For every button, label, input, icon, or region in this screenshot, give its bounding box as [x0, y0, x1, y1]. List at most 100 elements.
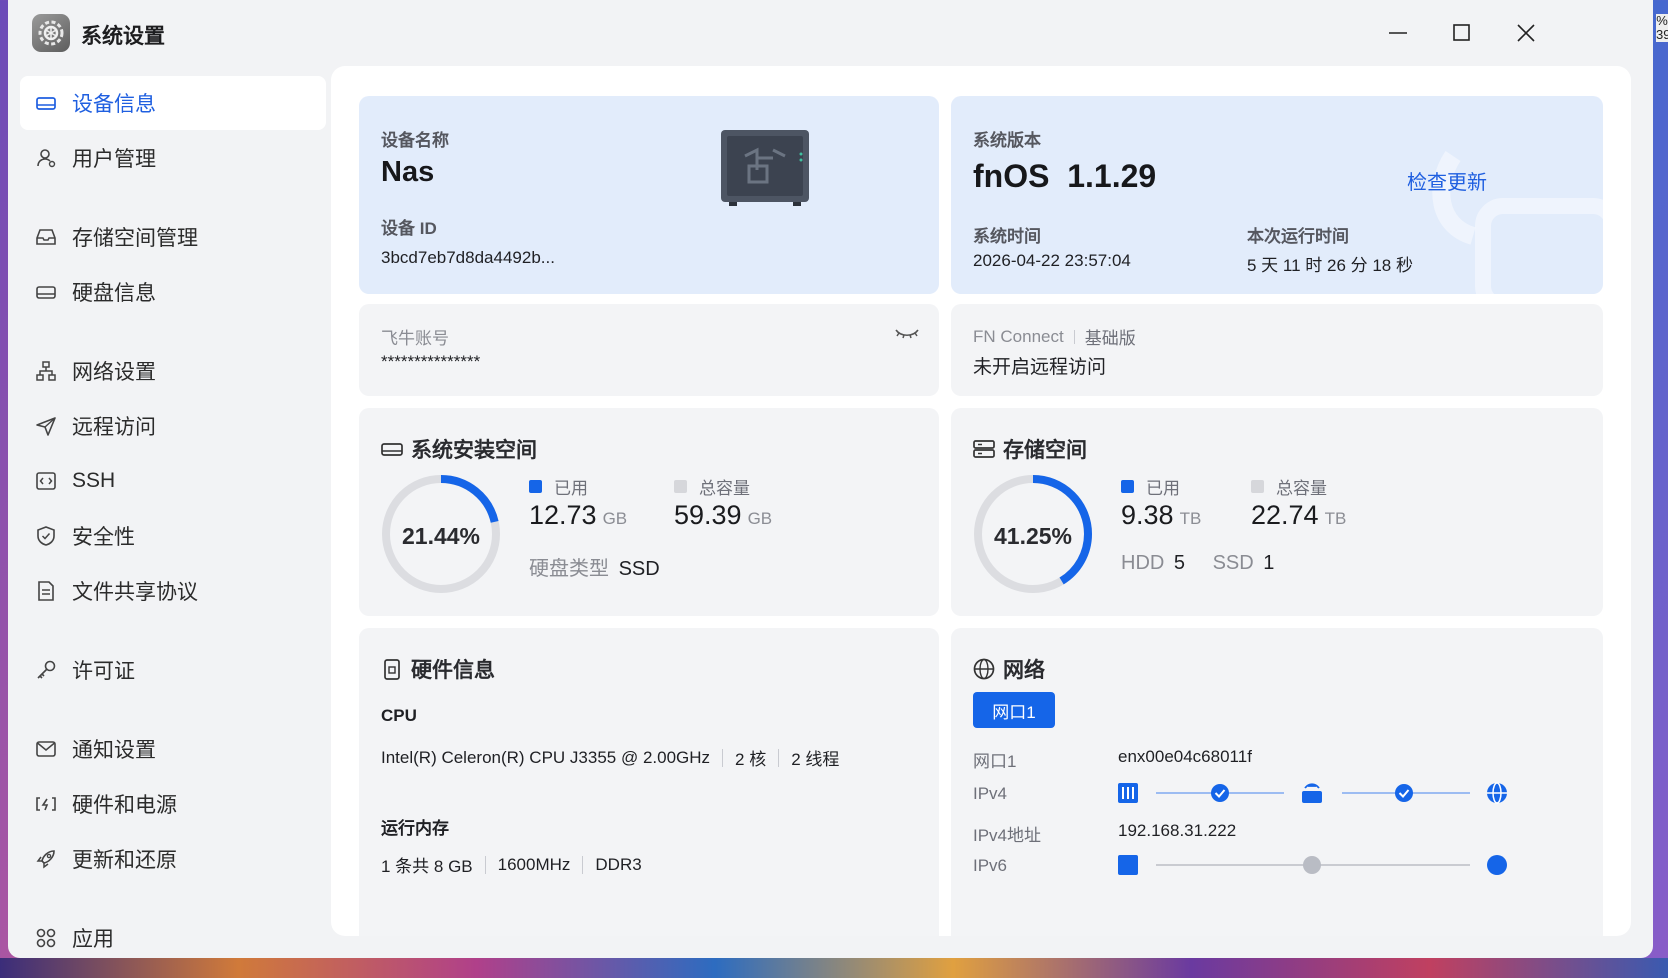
- sidebar-item-security[interactable]: 安全性: [20, 509, 326, 563]
- ipv4-address: 192.168.31.222: [1118, 821, 1237, 840]
- check-update-link[interactable]: 检查更新: [1407, 166, 1487, 195]
- hdd-count: 5: [1173, 552, 1186, 574]
- sidebar-item-label: 许可证: [72, 660, 135, 683]
- ssd-label: SSD: [1212, 552, 1254, 574]
- sidebar-item-label: 用户管理: [72, 148, 156, 171]
- fn-connect-status: 未开启远程访问: [973, 357, 1107, 378]
- port-label: 网口1: [973, 752, 1017, 771]
- system-time-label: 系统时间: [973, 227, 1041, 246]
- minimize-button[interactable]: [1374, 14, 1422, 52]
- sidebar-item-label: 文件共享协议: [72, 581, 198, 604]
- rocket-icon: [34, 847, 58, 871]
- sidebar-item-hardware-power[interactable]: 硬件和电源: [20, 777, 326, 831]
- total-legend-swatch: [1251, 480, 1264, 493]
- device-name-label: 设备名称: [381, 131, 449, 150]
- sidebar-item-storage[interactable]: 存储空间管理: [20, 210, 326, 264]
- fnos-watermark-icon: [1432, 151, 1603, 294]
- file-icon: [34, 579, 58, 603]
- desktop-wallpaper-strip: [0, 958, 1668, 978]
- cpu-label: CPU: [381, 706, 417, 725]
- memory-label: 运行内存: [381, 819, 449, 838]
- tab-port-1[interactable]: 网口1: [973, 692, 1055, 728]
- status-circle-icon: [1303, 856, 1321, 874]
- install-used-unit: GB: [602, 509, 628, 528]
- uptime-label: 本次运行时间: [1247, 227, 1349, 246]
- maximize-button[interactable]: [1438, 14, 1486, 52]
- sidebar-item-label: 网络设置: [72, 361, 156, 384]
- sidebar-item-notifications[interactable]: 通知设置: [20, 722, 326, 776]
- install-total-unit: GB: [747, 509, 773, 528]
- phone-hardware-icon: [381, 657, 405, 681]
- storage-icon: [34, 225, 58, 249]
- ipv4-label: IPv4: [973, 784, 1008, 803]
- network-title: 网络: [1003, 659, 1045, 682]
- install-total-label: 总容量: [699, 479, 750, 498]
- cpu-threads: 2 线程: [791, 750, 840, 769]
- cpu-model: Intel(R) Celeron(R) CPU J3355 @ 2.00GHz: [381, 747, 711, 767]
- network-card: 网络 网口1 网口1 enx00e04c68011f IPv4 IPv4地址 1…: [951, 628, 1603, 936]
- used-legend-swatch: [529, 480, 542, 493]
- hdd-label: HDD: [1121, 552, 1165, 574]
- power-icon: [34, 792, 58, 816]
- sidebar-item-disk[interactable]: 硬盘信息: [20, 265, 326, 319]
- install-space-title: 系统安装空间: [411, 439, 537, 462]
- check-circle-icon: [1395, 784, 1413, 802]
- ssd-count: 1: [1263, 552, 1275, 574]
- fn-connect-card: FN Connect 基础版 未开启远程访问: [951, 304, 1603, 396]
- window-title: 系统设置: [81, 25, 165, 48]
- ssh-icon: [34, 469, 58, 493]
- used-legend-swatch: [1121, 480, 1134, 493]
- hardware-title: 硬件信息: [411, 659, 495, 682]
- sidebar-item-file-sharing[interactable]: 文件共享协议: [20, 564, 326, 618]
- disk-icon: [381, 437, 405, 461]
- total-legend-swatch: [674, 480, 687, 493]
- check-circle-icon: [1211, 784, 1229, 802]
- server-icon: [973, 437, 997, 461]
- sidebar-item-update-restore[interactable]: 更新和还原: [20, 832, 326, 886]
- device-id-label: 设备 ID: [381, 219, 437, 238]
- memory-size: 1 条共 8 GB: [381, 857, 473, 876]
- ipv4-address-label: IPv4地址: [973, 826, 1042, 845]
- disk-type-label: 硬盘类型: [529, 558, 609, 580]
- device-icon: [34, 91, 58, 115]
- send-icon: [34, 414, 58, 438]
- eye-closed-icon[interactable]: [894, 324, 920, 344]
- fn-connect-edition: 基础版: [1084, 329, 1136, 348]
- apps-icon: [34, 926, 58, 950]
- device-card: 设备名称 Nas 设备 ID 3bcd7eb7d8da4492b...: [359, 96, 939, 294]
- install-used-value: 12.73: [529, 500, 597, 530]
- sidebar-item-label: 应用: [72, 928, 114, 951]
- system-version: fnOS 1.1.29: [973, 158, 1157, 194]
- install-total-value: 59.39: [674, 500, 742, 530]
- close-icon: [1517, 24, 1535, 42]
- storage-space-percent: 41.25%: [994, 523, 1073, 549]
- sidebar-item-license[interactable]: 许可证: [20, 643, 326, 697]
- sidebar-item-ssh[interactable]: SSH: [20, 454, 326, 508]
- nas-device-icon: [721, 130, 809, 206]
- close-button[interactable]: [1502, 14, 1550, 52]
- desktop-edge-text: % 39: [1656, 13, 1668, 42]
- globe-icon: [973, 657, 997, 681]
- storage-space-card: 存储空间 41.25% 已用 9.38 TB 总容量 22.74 TB HDD …: [951, 408, 1603, 616]
- sidebar-item-label: 远程访问: [72, 416, 156, 439]
- account-label: 飞牛账号: [381, 329, 449, 348]
- memory-type: DDR3: [595, 854, 642, 874]
- key-icon: [34, 658, 58, 682]
- sidebar-item-users[interactable]: 用户管理: [20, 131, 326, 185]
- network-icon: [34, 359, 58, 383]
- storage-space-title: 存储空间: [1003, 439, 1087, 462]
- sidebar-item-remote[interactable]: 远程访问: [20, 399, 326, 453]
- sidebar-item-label: 通知设置: [72, 739, 156, 762]
- device-name: Nas: [381, 156, 435, 188]
- fn-connect-label: FN Connect: [973, 326, 1064, 346]
- settings-gear-icon: [32, 14, 70, 52]
- sidebar-item-network[interactable]: 网络设置: [20, 344, 326, 398]
- install-used-label: 已用: [554, 479, 588, 498]
- sidebar-item-apps[interactable]: 应用: [20, 911, 326, 958]
- sidebar: 设备信息 用户管理 存储空间管理 硬盘信息 网络设置 远程访问 SSH 安全性 …: [20, 76, 326, 958]
- title-bar: 系统设置: [8, 0, 1653, 66]
- storage-used-value: 9.38: [1121, 500, 1174, 530]
- install-space-card: 系统安装空间 21.44% 已用 12.73 GB 总容量 59.39 GB 硬…: [359, 408, 939, 616]
- sidebar-item-device-info[interactable]: 设备信息: [20, 76, 326, 130]
- system-version-label: 系统版本: [973, 131, 1041, 150]
